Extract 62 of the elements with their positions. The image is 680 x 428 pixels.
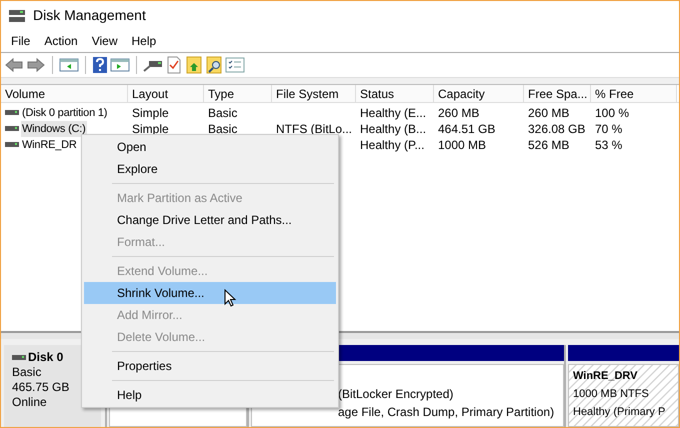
partition-block[interactable]: WinRE_DRV 1000 MB NTFS Healthy (Primary P — [568, 364, 679, 427]
table-cell-text: 53 % — [595, 137, 622, 154]
column-header[interactable]: Layout — [128, 85, 204, 102]
mouse-cursor-icon — [224, 289, 237, 308]
column-header[interactable]: File System — [272, 85, 356, 102]
column-header[interactable]: Status — [356, 85, 434, 102]
disk-drive-icon — [12, 354, 26, 362]
menu-item[interactable]: Shrink Volume... — [84, 282, 336, 304]
disk-drive-icon — [5, 142, 19, 148]
table-cell-text: 464.51 GB — [438, 121, 496, 138]
table-cell-text: Healthy (B... — [360, 121, 426, 138]
partition-detail: 1000 MB NTFS — [573, 387, 650, 402]
table-cell-text: 326.08 GB — [528, 121, 586, 138]
column-header[interactable]: Free Spa... — [524, 85, 591, 102]
window-panel-icon[interactable] — [110, 57, 130, 73]
partition-detail: age File, Crash Dump, Primary Partition) — [338, 404, 556, 421]
volume-name[interactable]: WinRE_DR — [21, 136, 78, 154]
menu-item[interactable]: Explore — [84, 158, 336, 180]
menu-item[interactable]: File — [4, 32, 38, 50]
column-header[interactable]: Type — [204, 85, 272, 102]
table-cell-text: Simple — [132, 105, 169, 122]
table-cell-text: Simple — [132, 121, 169, 138]
help-icon[interactable] — [92, 56, 108, 74]
menu-item[interactable]: View — [84, 32, 124, 50]
menu-item[interactable]: Help — [124, 32, 164, 50]
forward-arrow-icon[interactable] — [26, 56, 46, 74]
table-cell-text: 1000 MB — [438, 137, 486, 154]
disk-detail: 465.75 GB — [12, 380, 70, 395]
checklist-icon[interactable] — [225, 57, 245, 73]
checked-document-icon[interactable] — [165, 56, 183, 74]
table-cell-text: Healthy (P... — [360, 137, 424, 154]
table-cell-text: Basic — [208, 105, 238, 122]
table-cell-text: NTFS (BitLo... — [276, 121, 352, 138]
table-cell-text: 100 % — [595, 105, 630, 122]
disk-name: Disk 0 — [28, 350, 64, 365]
folder-search-icon[interactable] — [205, 56, 223, 74]
menu-item[interactable]: Change Drive Letter and Paths... — [84, 209, 336, 231]
partition-detail: Healthy (Primary P — [573, 405, 666, 420]
menu-item[interactable]: Open — [84, 136, 336, 158]
table-cell-text: 260 MB — [528, 105, 570, 122]
folder-up-icon[interactable] — [185, 56, 203, 74]
column-header[interactable]: % Free — [591, 85, 677, 102]
column-header[interactable]: Volume — [1, 85, 128, 102]
menu-item[interactable]: Action — [37, 32, 85, 50]
disk-detail: Online — [12, 395, 48, 410]
disk-drive-icon — [5, 110, 19, 116]
disk-drive-icon — [5, 126, 19, 132]
disk-detail: Basic — [12, 365, 42, 380]
column-header[interactable]: Capacity — [434, 85, 524, 102]
table-cell-text: 260 MB — [438, 105, 480, 122]
window-title: Disk Management — [33, 6, 146, 25]
table-cell-text: 526 MB — [528, 137, 570, 154]
table-cell-text: 70 % — [595, 121, 622, 138]
disk-drive-icon — [8, 8, 26, 22]
table-cell-text: Healthy (E... — [360, 105, 426, 122]
volume-name[interactable]: (Disk 0 partition 1) — [21, 104, 108, 122]
partition-detail: (BitLocker Encrypted) — [338, 386, 454, 403]
partition-name: WinRE_DRV — [573, 369, 638, 384]
back-arrow-icon[interactable] — [4, 56, 24, 74]
volume-name[interactable]: Windows (C:) — [21, 120, 87, 138]
table-cell-text: Basic — [208, 121, 238, 138]
window-panel-icon[interactable] — [59, 57, 79, 73]
